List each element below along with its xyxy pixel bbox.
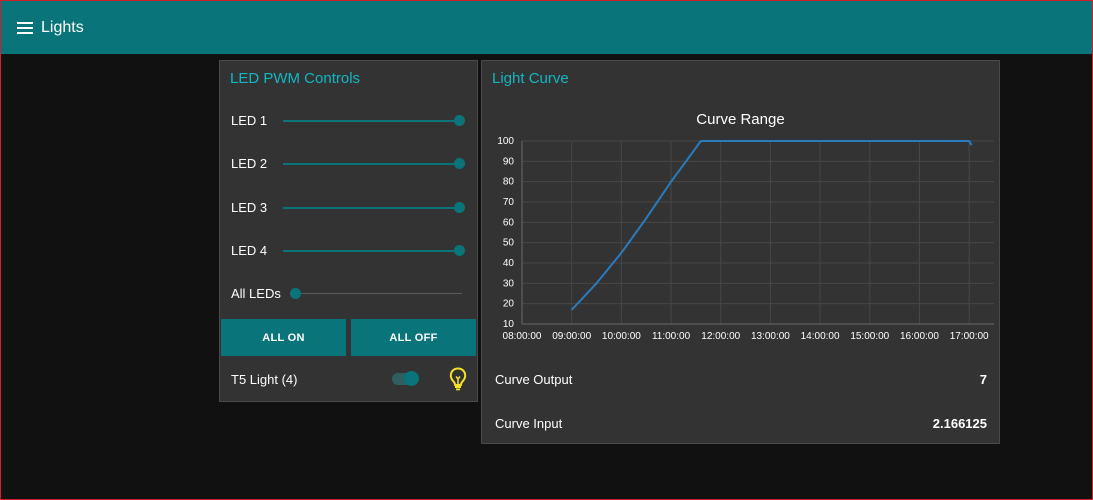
slider-track[interactable] <box>295 293 462 294</box>
slider-label: All LEDs <box>231 286 281 301</box>
slider-row-led-3: LED 3 <box>220 198 477 218</box>
y-tick-label: 10 <box>503 319 515 330</box>
curve-output-row: Curve Output 7 <box>495 372 987 387</box>
y-tick-label: 80 <box>503 177 515 188</box>
y-tick-label: 90 <box>503 156 515 167</box>
curve-output-value: 7 <box>979 372 987 387</box>
t5-light-label: T5 Light (4) <box>231 372 298 387</box>
slider-label: LED 2 <box>231 156 268 171</box>
all-off-button[interactable]: ALL OFF <box>351 319 476 356</box>
slider-track[interactable] <box>283 163 459 165</box>
curve-input-value: 2.166125 <box>932 416 987 431</box>
slider-track[interactable] <box>283 250 459 252</box>
curve-card-title: Light Curve <box>492 70 569 87</box>
curve-input-label: Curve Input <box>495 416 563 431</box>
slider-track[interactable] <box>283 120 459 122</box>
t5-light-toggle[interactable] <box>392 371 419 386</box>
x-tick-label: 16:00:00 <box>900 331 939 341</box>
slider-label: LED 1 <box>231 113 268 128</box>
curve-output-label: Curve Output <box>495 372 573 387</box>
chart-title: Curve Range <box>696 111 785 128</box>
x-tick-label: 13:00:00 <box>751 331 790 341</box>
slider-label: LED 3 <box>231 200 268 215</box>
y-tick-label: 60 <box>503 217 515 228</box>
x-tick-label: 15:00:00 <box>850 331 889 341</box>
page-title: Lights <box>41 18 84 36</box>
x-tick-label: 14:00:00 <box>801 331 840 341</box>
y-tick-label: 50 <box>503 238 515 249</box>
slider-row-led-1: LED 1 <box>220 111 477 131</box>
curve-input-row: Curve Input 2.166125 <box>495 416 987 431</box>
led-pwm-controls-card: LED PWM Controls LED 1 LED 2 LED 3 LED 4… <box>219 60 478 402</box>
lightbulb-icon <box>449 367 467 391</box>
led-4-slider-thumb[interactable] <box>454 245 465 256</box>
slider-row-led-2: LED 2 <box>220 154 477 174</box>
led-3-slider-thumb[interactable] <box>454 202 465 213</box>
x-tick-label: 08:00:00 <box>503 331 542 341</box>
y-tick-label: 70 <box>503 197 515 208</box>
y-tick-label: 40 <box>503 258 515 269</box>
x-tick-label: 11:00:00 <box>652 331 691 341</box>
toggle-knob <box>404 371 419 386</box>
x-tick-label: 09:00:00 <box>552 331 591 341</box>
hamburger-menu-icon[interactable] <box>17 21 33 34</box>
all-on-button[interactable]: ALL ON <box>221 319 346 356</box>
all-leds-slider-thumb[interactable] <box>290 288 301 299</box>
slider-label: LED 4 <box>231 243 268 258</box>
x-tick-label: 12:00:00 <box>701 331 740 341</box>
led-card-title: LED PWM Controls <box>230 70 361 87</box>
y-tick-label: 30 <box>503 278 515 289</box>
x-tick-label: 17:00:00 <box>950 331 989 341</box>
y-tick-label: 100 <box>497 136 514 147</box>
slider-row-all-leds: All LEDs <box>220 284 477 304</box>
slider-track[interactable] <box>283 207 459 209</box>
led-1-slider-thumb[interactable] <box>454 115 465 126</box>
series-line <box>570 140 973 311</box>
light-curve-card: Light Curve Curve Range 10 20 30 40 50 60 70 80… <box>481 60 1000 444</box>
led-2-slider-thumb[interactable] <box>454 158 465 169</box>
curve-range-chart: 10 20 30 40 50 60 70 80 90 100 08:00:00 09:00:00 10:… <box>497 136 994 341</box>
slider-row-led-4: LED 4 <box>220 241 477 261</box>
top-app-bar: Lights <box>1 1 1092 54</box>
y-tick-label: 20 <box>503 299 515 310</box>
x-tick-label: 10:00:00 <box>602 331 641 341</box>
